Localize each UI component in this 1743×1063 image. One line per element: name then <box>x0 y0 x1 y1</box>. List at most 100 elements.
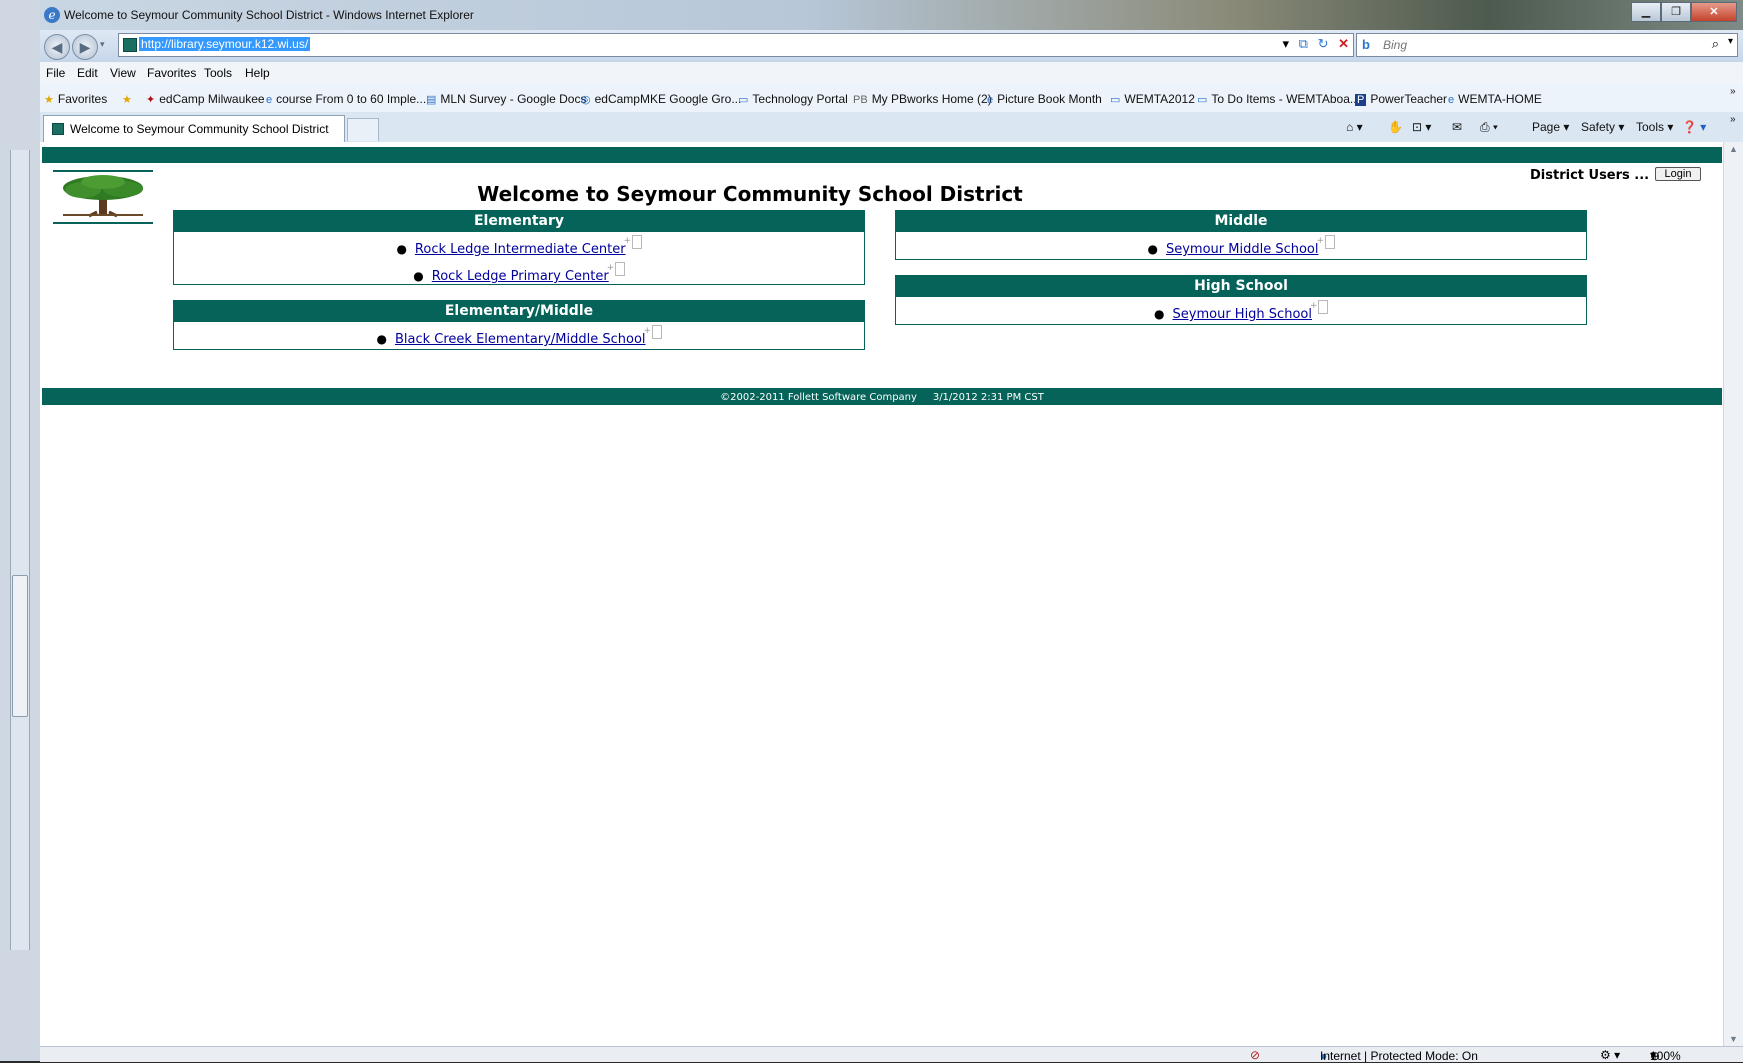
search-input[interactable] <box>1381 36 1685 54</box>
school-link-black-creek[interactable]: Black Creek Elementary/Middle School <box>395 332 646 347</box>
fav-label: edCampMKE Google Gro... <box>594 92 742 106</box>
search-box[interactable]: b ⌕ ▾ <box>1356 33 1738 57</box>
print-icon[interactable]: ⎙ ▾ <box>1480 120 1498 135</box>
maximize-button[interactable]: ❐ <box>1661 2 1691 22</box>
back-button[interactable]: ◀ <box>44 34 70 60</box>
docs-icon: ▤ <box>426 94 437 106</box>
home-icon[interactable]: ⌂ ▾ <box>1346 120 1363 134</box>
navigation-bar: ◀ ▶ ▾ http://library.seymour.k12.wi.us/ … <box>40 30 1743 62</box>
forward-button[interactable]: ▶ <box>72 34 98 60</box>
stop-icon[interactable]: ✕ <box>1338 36 1349 51</box>
more-favorites-chevron-icon[interactable]: » <box>1730 86 1736 97</box>
footer-timestamp: 3/1/2012 2:31 PM CST <box>932 392 1044 403</box>
scroll-down-icon[interactable]: ▼ <box>1729 1034 1738 1044</box>
safety-menu-label: Safety <box>1581 120 1616 134</box>
address-dropdown-icon[interactable]: ▾ <box>1282 36 1289 51</box>
page-content: Welcome to Seymour Community School Dist… <box>40 142 1723 1046</box>
school-link-rock-ledge-primary[interactable]: Rock Ledge Primary Center <box>432 269 609 284</box>
fav-link-0[interactable]: ✦ edCamp Milwaukee <box>146 92 265 106</box>
fav-link-5[interactable]: PB My PBworks Home (2) <box>853 92 992 106</box>
fav-link-10[interactable]: e WEMTA-HOME <box>1448 92 1542 106</box>
bookmark-icon: ✦ <box>146 94 156 106</box>
school-list: ● Black Creek Elementary/Middle School <box>174 320 864 359</box>
page-menu[interactable]: Page ▾ <box>1532 120 1569 134</box>
privacy-report-icon[interactable]: ⊘ <box>1250 1048 1260 1062</box>
menu-tools[interactable]: Tools <box>204 66 232 80</box>
fav-label: edCamp Milwaukee <box>159 92 265 106</box>
add-favorite-icon[interactable]: ★ <box>122 92 136 106</box>
groups-icon: ◎ <box>581 94 591 106</box>
more-commands-chevron-icon[interactable]: » <box>1730 114 1736 125</box>
compatibility-view-icon[interactable]: ⧉ <box>1299 36 1308 51</box>
add-note-icon[interactable] <box>624 230 642 252</box>
menu-edit[interactable]: Edit <box>77 66 98 80</box>
school-list: ●Rock Ledge Intermediate Center ●Rock Le… <box>174 230 864 296</box>
new-tab-button[interactable] <box>347 118 379 141</box>
login-button[interactable]: Login <box>1655 167 1701 181</box>
tools-menu[interactable]: Tools ▾ <box>1636 120 1673 134</box>
fav-link-8[interactable]: ▭ To Do Items - WEMTAboa... <box>1197 92 1360 106</box>
powerteacher-icon: P <box>1355 94 1367 106</box>
side-scrollbar-thumb[interactable] <box>12 575 28 717</box>
side-scrollbar[interactable] <box>10 150 30 950</box>
page-scrollbar[interactable]: ▲ ▼ <box>1723 142 1743 1046</box>
address-url[interactable]: http://library.seymour.k12.wi.us/ <box>139 37 311 51</box>
left-desktop-strip <box>0 0 40 1061</box>
tab-active[interactable]: Welcome to Seymour Community School Dist… <box>43 115 345 142</box>
ie-page-icon: e <box>987 94 994 106</box>
minimize-button[interactable]: ▁ <box>1631 2 1661 22</box>
tools-menu-label: Tools <box>1636 120 1665 134</box>
menu-file[interactable]: File <box>46 66 65 80</box>
favorites-label: Favorites <box>57 92 108 106</box>
close-button[interactable]: ✕ <box>1691 2 1737 22</box>
search-icon[interactable]: ⌕ <box>1712 36 1719 52</box>
school-link-seymour-middle[interactable]: Seymour Middle School <box>1166 242 1319 257</box>
scroll-up-icon[interactable]: ▲ <box>1729 144 1738 154</box>
window-controls: ▁ ❐ ✕ <box>1631 2 1737 22</box>
menu-view[interactable]: View <box>110 66 136 80</box>
star-icon: ★ <box>44 94 54 106</box>
fav-link-4[interactable]: ▭ Technology Portal <box>738 92 848 106</box>
pbworks-icon: PB <box>853 94 868 106</box>
bing-icon: b <box>1362 37 1370 52</box>
add-note-icon[interactable] <box>1310 295 1328 317</box>
tab-row: Welcome to Seymour Community School Dist… <box>40 112 1743 142</box>
fav-label: Picture Book Month <box>997 92 1102 106</box>
fav-link-7[interactable]: ▭ WEMTA2012 <box>1110 92 1195 106</box>
zoom-control[interactable]: ⊕ 100% ▾ <box>1650 1048 1681 1063</box>
refresh-icon[interactable]: ↻ <box>1318 36 1329 51</box>
fav-link-9[interactable]: P PowerTeacher <box>1355 92 1447 106</box>
menu-favorites[interactable]: Favorites <box>147 66 196 80</box>
list-item: ● Rock Ledge Intermediate Center <box>174 230 864 265</box>
safety-menu[interactable]: Safety ▾ <box>1581 120 1624 134</box>
district-users-label: District Users ... <box>1530 168 1650 183</box>
add-note-icon[interactable] <box>607 257 625 279</box>
fav-link-6[interactable]: e Picture Book Month <box>987 92 1102 106</box>
school-list: ● Seymour Middle School <box>896 230 1586 269</box>
add-note-icon[interactable] <box>644 320 662 342</box>
menu-help[interactable]: Help <box>245 66 270 80</box>
school-link-seymour-high[interactable]: Seymour High School <box>1173 307 1312 322</box>
feeds-icon[interactable]: ⊡ ▾ <box>1412 120 1431 134</box>
panel-heading: High School <box>896 276 1586 297</box>
mail-icon[interactable]: ✉ <box>1452 120 1462 134</box>
page-top-band <box>42 147 1722 163</box>
address-bar[interactable]: http://library.seymour.k12.wi.us/ ▾ ⧉ ↻ … <box>118 33 1354 57</box>
search-options-icon[interactable]: ▾ <box>1728 36 1733 47</box>
fav-label: WEMTA2012 <box>1124 92 1195 106</box>
add-note-icon[interactable] <box>1317 230 1335 252</box>
fav-link-1[interactable]: e course From 0 to 60 Imple... <box>266 92 426 106</box>
fav-link-3[interactable]: ◎ edCampMKE Google Gro... <box>581 92 741 106</box>
favorites-button[interactable]: ★ Favorites <box>44 92 107 106</box>
hand-icon[interactable]: ✋ <box>1388 120 1403 134</box>
fav-link-2[interactable]: ▤ MLN Survey - Google Docs <box>426 92 586 106</box>
school-link-rock-ledge-intermediate[interactable]: Rock Ledge Intermediate Center <box>415 242 626 257</box>
panel-heading: Middle <box>896 211 1586 232</box>
fav-label: PowerTeacher <box>1370 92 1448 106</box>
status-tools-icon[interactable]: ⚙ ▾ <box>1600 1048 1620 1062</box>
help-icon[interactable]: ❓ ▾ <box>1682 120 1706 134</box>
panel-elementary-middle: Elementary/Middle ● Black Creek Elementar… <box>173 300 865 350</box>
footer-copyright: ©2002-2011 Follett Software Company <box>720 392 917 403</box>
window-title: Welcome to Seymour Community School Dist… <box>64 8 474 22</box>
recent-pages-dropdown[interactable]: ▾ <box>100 39 105 50</box>
